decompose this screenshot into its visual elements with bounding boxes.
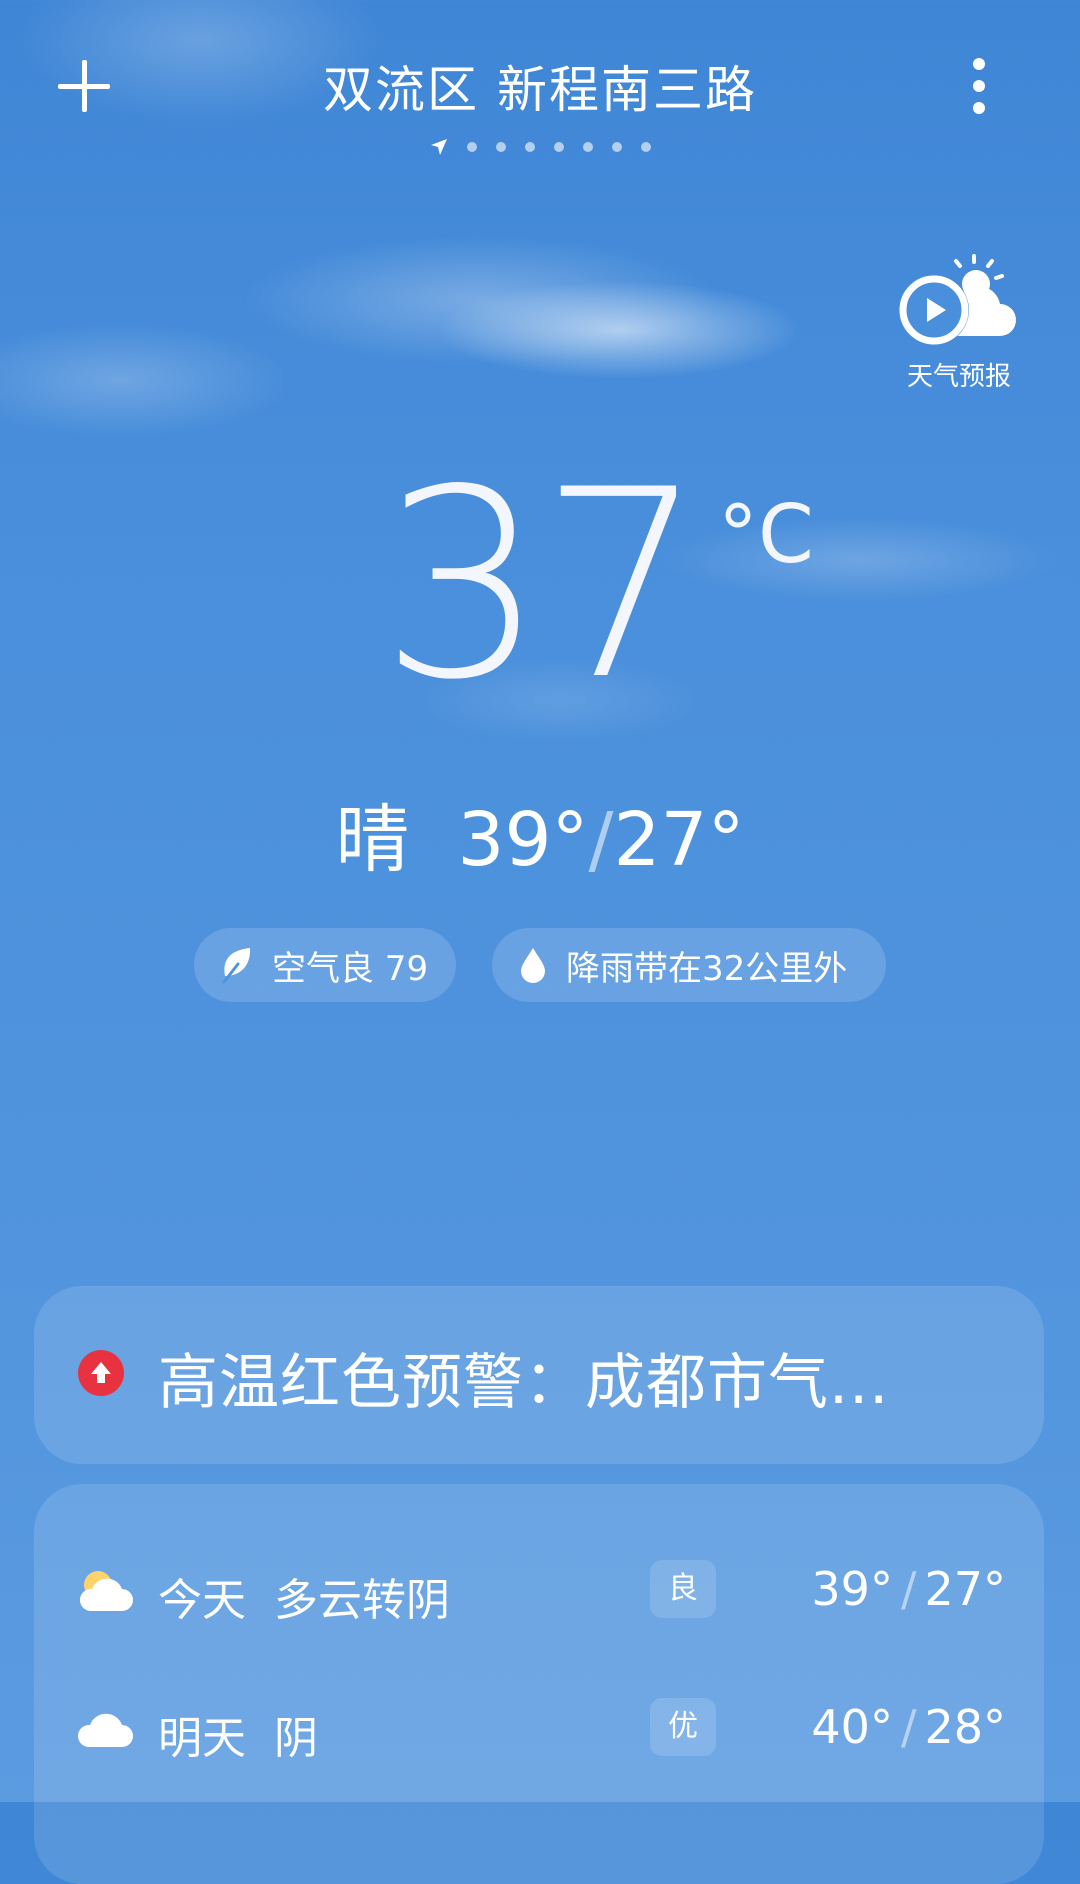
forecast-high: 40° [811,1700,893,1754]
forecast-condition: 多云转阴 [273,1575,450,1626]
alert-arrow-up-icon [78,1350,124,1396]
weather-alert-card[interactable]: 高温红色预警：成都市气... [34,1286,1044,1464]
forecast-day-label: 今天 多云转阴 [158,1564,450,1628]
forecast-row-today[interactable]: 今天 多云转阴 良 39°/27° [34,1534,1044,1654]
more-options-button[interactable] [966,58,992,114]
cloudy-icon [78,1713,133,1747]
forecast-day: 明天 [158,1713,246,1764]
weather-video-label: 天气预报 [906,362,1011,392]
air-quality-chip[interactable]: 空气良 79 [194,928,456,1002]
leaf-icon [222,948,251,984]
weather-video-button[interactable]: 天气预报 [896,254,1022,392]
range-separator: / [588,797,614,883]
page-dot [495,142,506,152]
location-title[interactable]: 双流区 新程南三路 [0,50,1080,122]
today-low: 27° [613,797,745,883]
page-dot [466,142,477,152]
page-dot [524,142,535,152]
forecast-low: 28° [924,1700,1006,1754]
page-dot [582,142,593,152]
forecast-row-tomorrow[interactable]: 明天 阴 优 40°/28° [34,1672,1044,1792]
forecast-range: 39°/27° [811,1562,1006,1616]
rain-band-label: 降雨带在32公里外 [566,948,848,989]
temperature-unit: °C [718,488,814,581]
page-dot [553,142,564,152]
more-dot-icon [973,80,985,92]
condition-row: 晴 39°/27° [0,780,1080,887]
page-dot [640,142,651,152]
page-dot [611,142,622,152]
air-quality-label: 空气良 79 [272,948,429,989]
current-condition: 晴 [335,797,410,883]
forecast-day-label: 明天 阴 [158,1702,318,1766]
current-temperature: 37 [380,435,705,737]
partly-cloudy-icon [79,1571,133,1611]
rain-band-chip[interactable]: 降雨带在32公里外 [492,928,886,1002]
more-dot-icon [973,102,985,114]
today-high: 39° [457,797,589,883]
page-indicator [0,138,1080,156]
range-separator: / [900,1562,917,1616]
raindrop-icon [521,948,545,983]
daily-forecast-card: 今天 多云转阴 良 39°/27° 明天 阴 优 40°/28° [34,1484,1044,1884]
alert-text: 高温红色预警：成都市气... [158,1348,890,1418]
location-arrow-icon [430,139,447,155]
more-dot-icon [973,58,985,70]
aqi-badge: 优 [650,1698,716,1756]
weather-video-icon [899,254,1016,345]
aqi-badge: 良 [650,1560,716,1618]
forecast-low: 27° [924,1562,1006,1616]
forecast-range: 40°/28° [811,1700,1006,1754]
forecast-condition: 阴 [273,1713,318,1764]
range-separator: / [900,1700,917,1754]
forecast-high: 39° [811,1562,893,1616]
forecast-day: 今天 [158,1575,246,1626]
